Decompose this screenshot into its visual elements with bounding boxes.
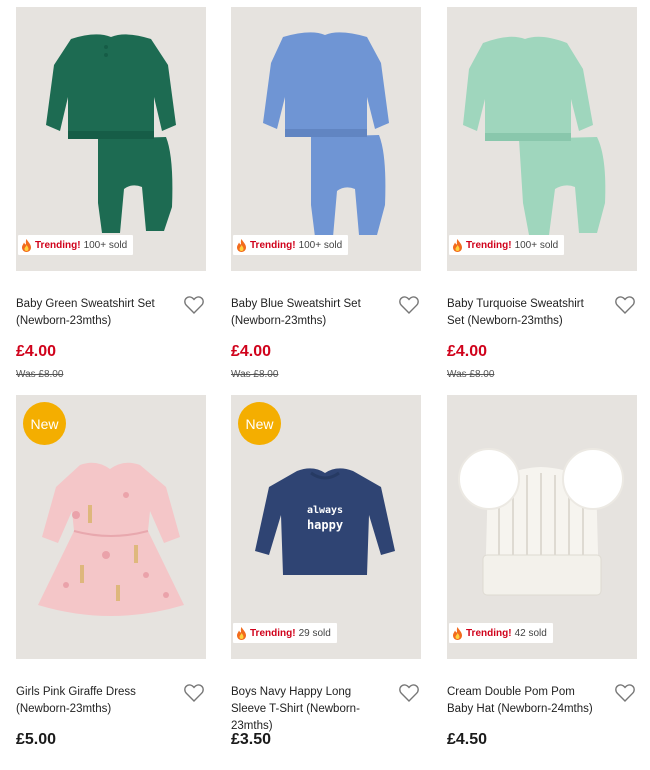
flame-icon: [237, 238, 246, 252]
heart-outline-icon[interactable]: [184, 684, 204, 702]
trending-badge: Trending! 100+ sold: [233, 235, 349, 255]
trending-label: Trending!: [466, 627, 512, 639]
heart-outline-icon[interactable]: [615, 296, 635, 314]
new-badge: New: [238, 402, 281, 445]
was-price: Was £8.00: [231, 369, 279, 380]
product-image[interactable]: New: [16, 395, 206, 659]
product-card[interactable]: Trending! 100+ sold Baby Blue Sweatshirt…: [231, 7, 421, 380]
product-image[interactable]: Trending! 100+ sold: [231, 7, 421, 271]
product-image[interactable]: Trending! 100+ sold: [447, 7, 637, 271]
product-title[interactable]: Girls Pink Giraffe Dress (Newborn-23mths…: [16, 684, 166, 718]
product-title[interactable]: Baby Green Sweatshirt Set (Newborn-23mth…: [16, 296, 166, 330]
was-price: Was £8.00: [16, 369, 64, 380]
product-card[interactable]: always happy New Trending! 29 sold Boys …: [231, 395, 421, 748]
sold-count: 100+ sold: [83, 239, 128, 251]
trending-badge: Trending! 100+ sold: [18, 235, 134, 255]
sold-count: 100+ sold: [298, 239, 343, 251]
product-title[interactable]: Cream Double Pom Pom Baby Hat (Newborn-2…: [447, 684, 597, 718]
price: £4.50: [447, 731, 488, 748]
price: £5.00: [16, 731, 57, 748]
trending-badge: Trending! 29 sold: [233, 623, 337, 643]
trending-label: Trending!: [250, 239, 296, 251]
product-title[interactable]: Baby Blue Sweatshirt Set (Newborn-23mths…: [231, 296, 381, 330]
sold-count: 100+ sold: [514, 239, 559, 251]
product-title[interactable]: Baby Turquoise Sweatshirt Set (Newborn-2…: [447, 296, 597, 330]
sale-price: £4.00: [447, 343, 488, 360]
flame-icon: [237, 626, 246, 640]
price: £3.50: [231, 731, 272, 748]
trending-label: Trending!: [250, 627, 296, 639]
print-line-1: always: [307, 505, 343, 516]
product-title[interactable]: Boys Navy Happy Long Sleeve T-Shirt (New…: [231, 684, 381, 735]
product-card[interactable]: New Girls Pink Giraffe Dress (Newborn-23…: [16, 395, 206, 748]
sale-price: £4.00: [231, 343, 272, 360]
product-image[interactable]: Trending! 42 sold: [447, 395, 637, 659]
product-image[interactable]: always happy New Trending! 29 sold: [231, 395, 421, 659]
product-card[interactable]: Trending! 100+ sold Baby Turquoise Sweat…: [447, 7, 637, 380]
sweatshirt-set-image: [263, 32, 389, 237]
pom-pom-hat-image: [458, 448, 624, 596]
was-price: Was £8.00: [447, 369, 495, 380]
flame-icon: [453, 238, 462, 252]
print-line-2: happy: [307, 518, 343, 532]
new-badge: New: [23, 402, 66, 445]
trending-label: Trending!: [466, 239, 512, 251]
sweatshirt-set-image: [46, 34, 176, 233]
heart-outline-icon[interactable]: [184, 296, 204, 314]
product-card[interactable]: Trending! 100+ sold Baby Green Sweatshir…: [16, 7, 206, 380]
trending-label: Trending!: [35, 239, 81, 251]
trending-badge: Trending! 42 sold: [449, 623, 553, 643]
flame-icon: [453, 626, 462, 640]
sold-count: 42 sold: [514, 627, 547, 639]
sold-count: 29 sold: [298, 627, 331, 639]
product-image[interactable]: Trending! 100+ sold: [16, 7, 206, 271]
heart-outline-icon[interactable]: [399, 684, 419, 702]
trending-badge: Trending! 100+ sold: [449, 235, 565, 255]
heart-outline-icon[interactable]: [399, 296, 419, 314]
heart-outline-icon[interactable]: [615, 684, 635, 702]
flame-icon: [22, 238, 31, 252]
sale-price: £4.00: [16, 343, 57, 360]
product-card[interactable]: Trending! 42 sold Cream Double Pom Pom B…: [447, 395, 637, 748]
sweatshirt-set-image: [463, 36, 606, 235]
